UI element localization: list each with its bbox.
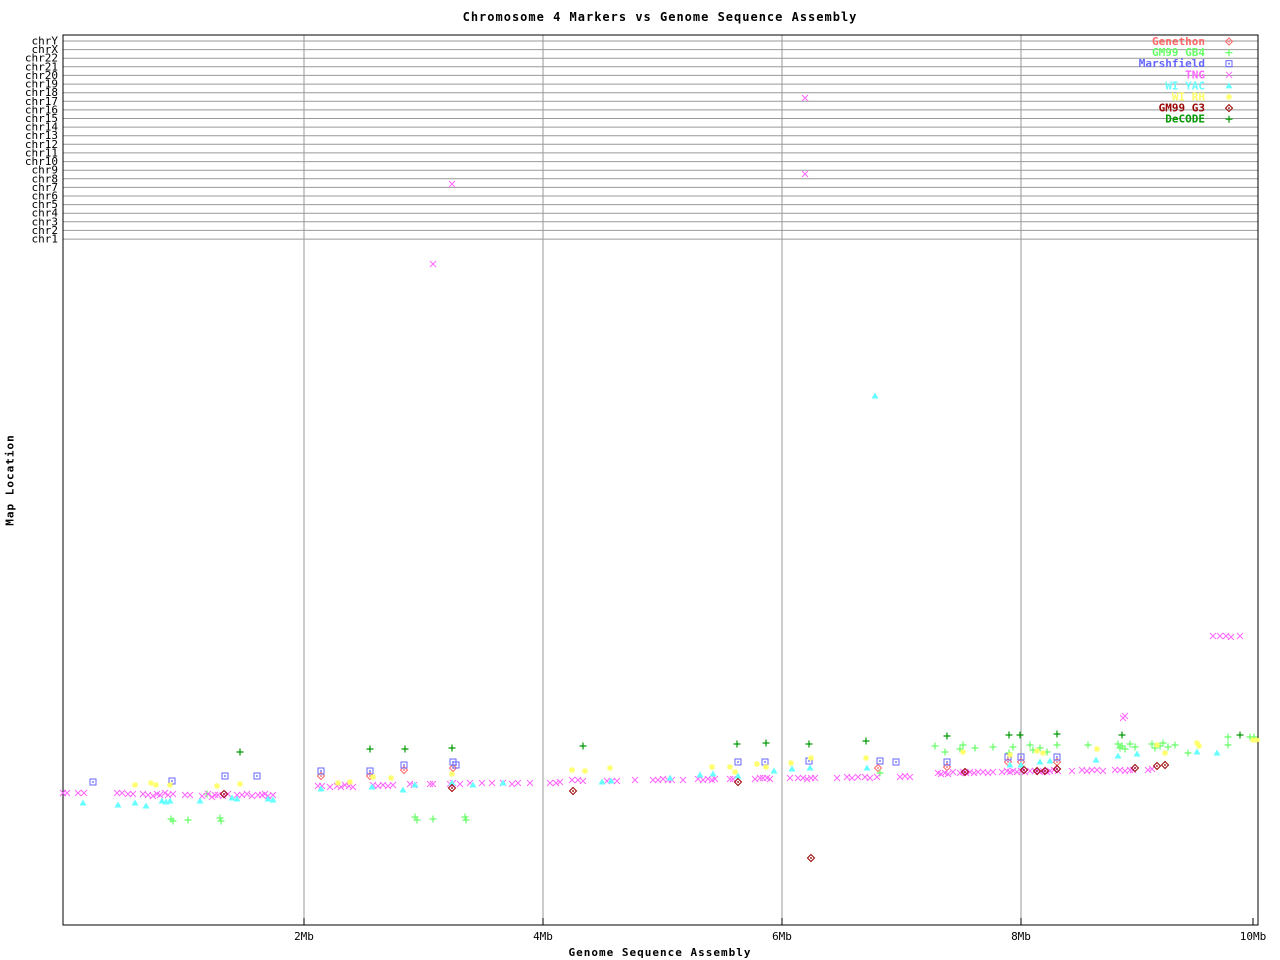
x-tick-label-10Mb: 10Mb xyxy=(1240,930,1267,943)
legend-marker-wi-rh-icon xyxy=(1226,94,1232,100)
x-tick-label-8Mb: 8Mb xyxy=(1011,930,1031,943)
y-row-label-chr1: chr1 xyxy=(32,233,59,246)
x-tick-label-6Mb: 6Mb xyxy=(772,930,792,943)
legend-label-decode: DeCODE xyxy=(1165,113,1205,126)
legend: GenethonGM99 GB4MarshfieldTNGWI YACWI RH… xyxy=(1139,35,1234,126)
series-tng xyxy=(59,94,1244,801)
legend-marker-tng-icon xyxy=(1225,71,1233,79)
series-genethon xyxy=(316,757,1062,781)
chart-root: Chromosome 4 Markers vs Genome Sequence … xyxy=(0,0,1280,960)
plot-canvas: chrYchrXchr22chr21chr20chr19chr18chr17ch… xyxy=(25,34,1267,943)
series-decode xyxy=(236,730,1244,756)
x-tick-label-2Mb: 2Mb xyxy=(294,930,314,943)
series-wi-yac xyxy=(79,392,1221,809)
legend-marker-decode-icon xyxy=(1225,115,1233,123)
x-tick-label-4Mb: 4Mb xyxy=(533,930,553,943)
legend-marker-marshfield-icon xyxy=(1225,60,1233,68)
y-axis-title: Map Location xyxy=(3,434,17,526)
legend-marker-gm99-gb4-icon xyxy=(1225,49,1233,57)
legend-marker-wi-yac-icon xyxy=(1225,82,1233,89)
x-axis-title: Genome Sequence Assembly xyxy=(568,946,752,959)
legend-marker-gm99-g3-icon xyxy=(1224,103,1234,113)
series-gm99-g3 xyxy=(219,760,1170,863)
plot-frame xyxy=(62,34,1259,926)
